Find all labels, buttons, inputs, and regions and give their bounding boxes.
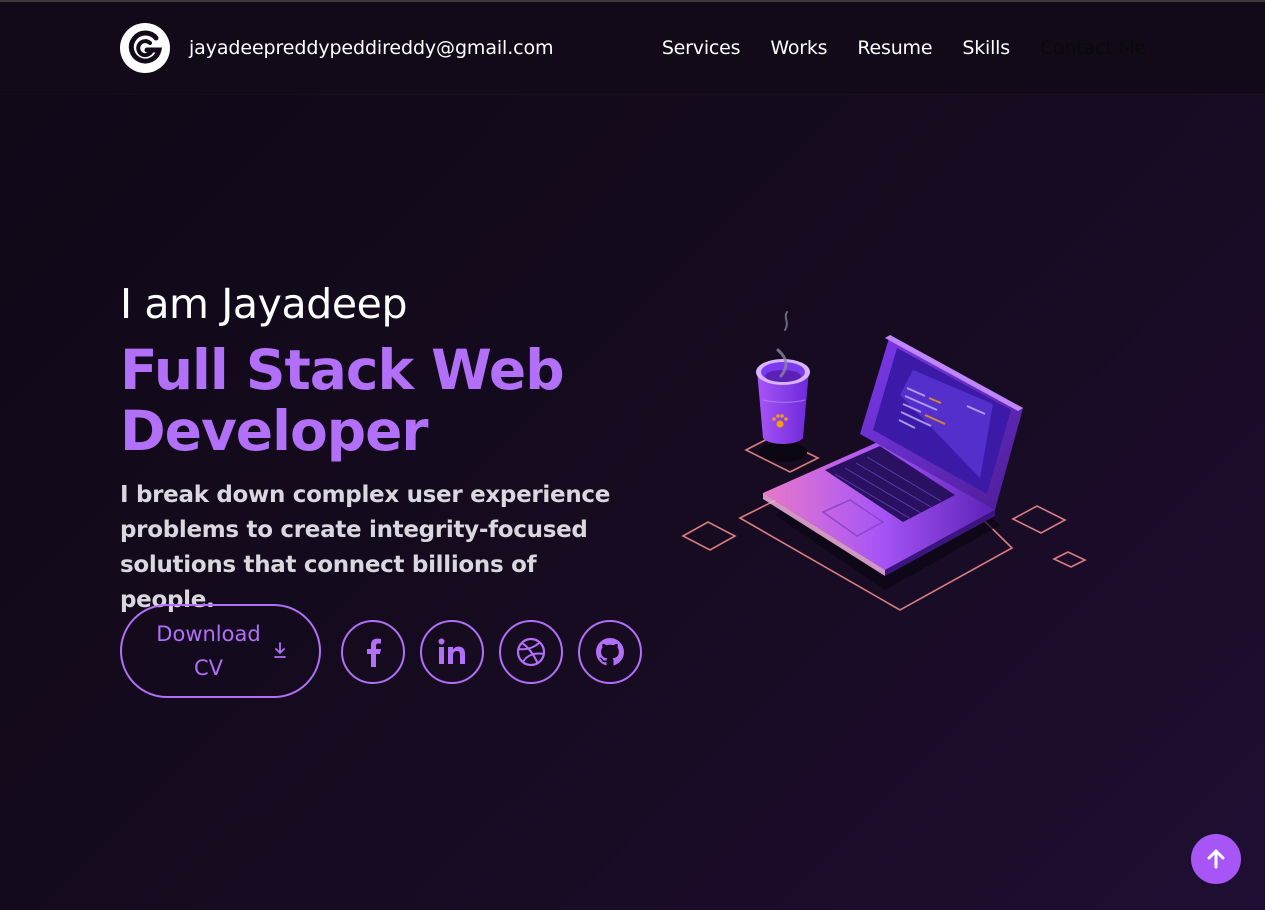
linkedin-icon — [438, 638, 465, 664]
header-email[interactable]: jayadeepreddypeddireddy@gmail.com — [189, 37, 554, 59]
linkedin-link[interactable] — [420, 620, 484, 684]
download-cv-button[interactable]: Download CV — [120, 604, 321, 698]
nav-skills[interactable]: Skills — [962, 37, 1010, 59]
dribbble-icon — [516, 637, 546, 667]
nav-services[interactable]: Services — [662, 37, 741, 59]
download-icon — [273, 642, 286, 658]
hero-intro: I am Jayadeep — [120, 280, 408, 328]
arrow-up-icon — [1207, 849, 1225, 869]
main-nav: Services Works Resume Skills Contact Me — [632, 37, 1146, 59]
nav-resume[interactable]: Resume — [857, 37, 932, 59]
facebook-icon — [367, 638, 381, 667]
nav-works[interactable]: Works — [770, 37, 827, 59]
dribbble-link[interactable] — [499, 620, 563, 684]
github-icon — [596, 638, 624, 666]
hero-title: Full Stack Web Developer — [120, 338, 565, 463]
site-header: jayadeepreddypeddireddy@gmail.com Servic… — [0, 2, 1265, 94]
hero-description: I break down complex user experience pro… — [120, 482, 611, 613]
logo-icon[interactable] — [120, 23, 170, 73]
facebook-link[interactable] — [341, 620, 405, 684]
github-link[interactable] — [578, 620, 642, 684]
scroll-to-top-button[interactable] — [1191, 834, 1241, 884]
download-cv-label: Download CV — [156, 622, 261, 680]
laptop-illustration — [681, 311, 1087, 611]
nav-contact-me[interactable]: Contact Me — [1040, 37, 1146, 59]
